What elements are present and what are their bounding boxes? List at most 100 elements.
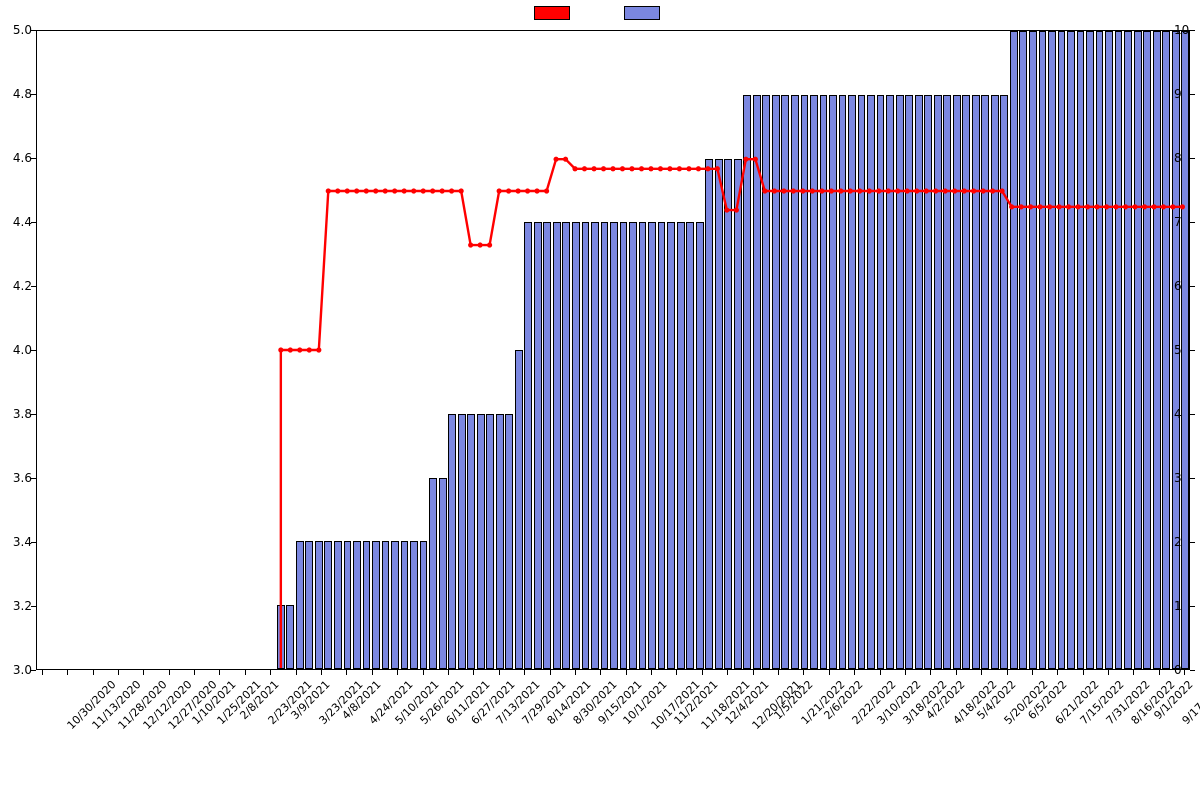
y-left-tick-label: 4.0: [2, 343, 32, 357]
line-marker: [1151, 204, 1156, 209]
line-marker: [924, 188, 929, 193]
line-path: [281, 159, 1183, 668]
legend-item-line: [534, 6, 576, 20]
line-marker: [278, 347, 283, 352]
line-marker: [905, 188, 910, 193]
chart-root: 3.03.23.43.63.84.04.24.44.64.85.0 012345…: [0, 0, 1200, 800]
line-marker: [800, 188, 805, 193]
line-marker: [459, 188, 464, 193]
line-marker: [848, 188, 853, 193]
y-left-tick-label: 4.2: [2, 279, 32, 293]
line-marker: [781, 188, 786, 193]
line-marker: [402, 188, 407, 193]
line-marker: [895, 188, 900, 193]
y-left-tick-label: 4.4: [2, 215, 32, 229]
line-marker: [762, 188, 767, 193]
line-marker: [1009, 204, 1014, 209]
line-marker: [999, 188, 1004, 193]
line-marker: [364, 188, 369, 193]
line-marker: [705, 166, 710, 171]
line-marker: [1170, 204, 1175, 209]
line-marker: [525, 188, 530, 193]
line-marker: [734, 207, 739, 212]
line-marker: [1028, 204, 1033, 209]
line-marker: [553, 157, 558, 162]
line-marker: [534, 188, 539, 193]
line-marker: [1019, 204, 1024, 209]
line-marker: [1180, 204, 1185, 209]
line-marker: [620, 166, 625, 171]
y-left-tick-label: 3.8: [2, 407, 32, 421]
line-marker: [639, 166, 644, 171]
line-marker: [326, 188, 331, 193]
line-marker: [791, 188, 796, 193]
line-marker: [297, 347, 302, 352]
line-marker: [772, 188, 777, 193]
line-marker: [468, 242, 473, 247]
y-left-tick-label: 3.4: [2, 535, 32, 549]
line-marker: [440, 188, 445, 193]
y-left-tick-label: 3.6: [2, 471, 32, 485]
line-marker: [943, 188, 948, 193]
line-marker: [1113, 204, 1118, 209]
line-marker: [658, 166, 663, 171]
line-marker: [696, 166, 701, 171]
plot-area: [36, 30, 1190, 670]
line-marker: [307, 347, 312, 352]
line-layer: [37, 31, 1189, 669]
line-marker: [933, 188, 938, 193]
line-marker: [430, 188, 435, 193]
line-marker: [1047, 204, 1052, 209]
legend-swatch-bar: [624, 6, 660, 20]
line-marker: [629, 166, 634, 171]
line-marker: [610, 166, 615, 171]
line-marker: [886, 188, 891, 193]
line-marker: [373, 188, 378, 193]
line-marker: [1066, 204, 1071, 209]
line-marker: [829, 188, 834, 193]
line-marker: [1037, 204, 1042, 209]
line-marker: [990, 188, 995, 193]
y-left-tick-label: 4.8: [2, 87, 32, 101]
line-marker: [686, 166, 691, 171]
line-marker: [601, 166, 606, 171]
line-marker: [1057, 204, 1062, 209]
line-marker: [952, 188, 957, 193]
line-marker: [591, 166, 596, 171]
y-left-tick-label: 3.0: [2, 663, 32, 677]
legend-swatch-line: [534, 6, 570, 20]
line-marker: [316, 347, 321, 352]
line-marker: [449, 188, 454, 193]
line-marker: [582, 166, 587, 171]
y-left-tick-label: 5.0: [2, 23, 32, 37]
line-marker: [288, 347, 293, 352]
line-marker: [1104, 204, 1109, 209]
line-marker: [981, 188, 986, 193]
line-marker: [335, 188, 340, 193]
line-marker: [411, 188, 416, 193]
line-marker: [392, 188, 397, 193]
line-marker: [753, 157, 758, 162]
line-marker: [1094, 204, 1099, 209]
line-marker: [516, 188, 521, 193]
line-marker: [677, 166, 682, 171]
line-marker: [506, 188, 511, 193]
line-marker: [478, 242, 483, 247]
line-marker: [1132, 204, 1137, 209]
line-marker: [563, 157, 568, 162]
legend: [0, 6, 1200, 20]
line-marker: [867, 188, 872, 193]
line-marker: [724, 207, 729, 212]
y-left-tick-label: 3.2: [2, 599, 32, 613]
line-marker: [962, 188, 967, 193]
line-marker: [1142, 204, 1147, 209]
line-marker: [1075, 204, 1080, 209]
line-marker: [1161, 204, 1166, 209]
line-marker: [354, 188, 359, 193]
line-marker: [497, 188, 502, 193]
line-marker: [1085, 204, 1090, 209]
line-marker: [715, 166, 720, 171]
line-marker: [819, 188, 824, 193]
y-left-tick-label: 4.6: [2, 151, 32, 165]
line-marker: [572, 166, 577, 171]
